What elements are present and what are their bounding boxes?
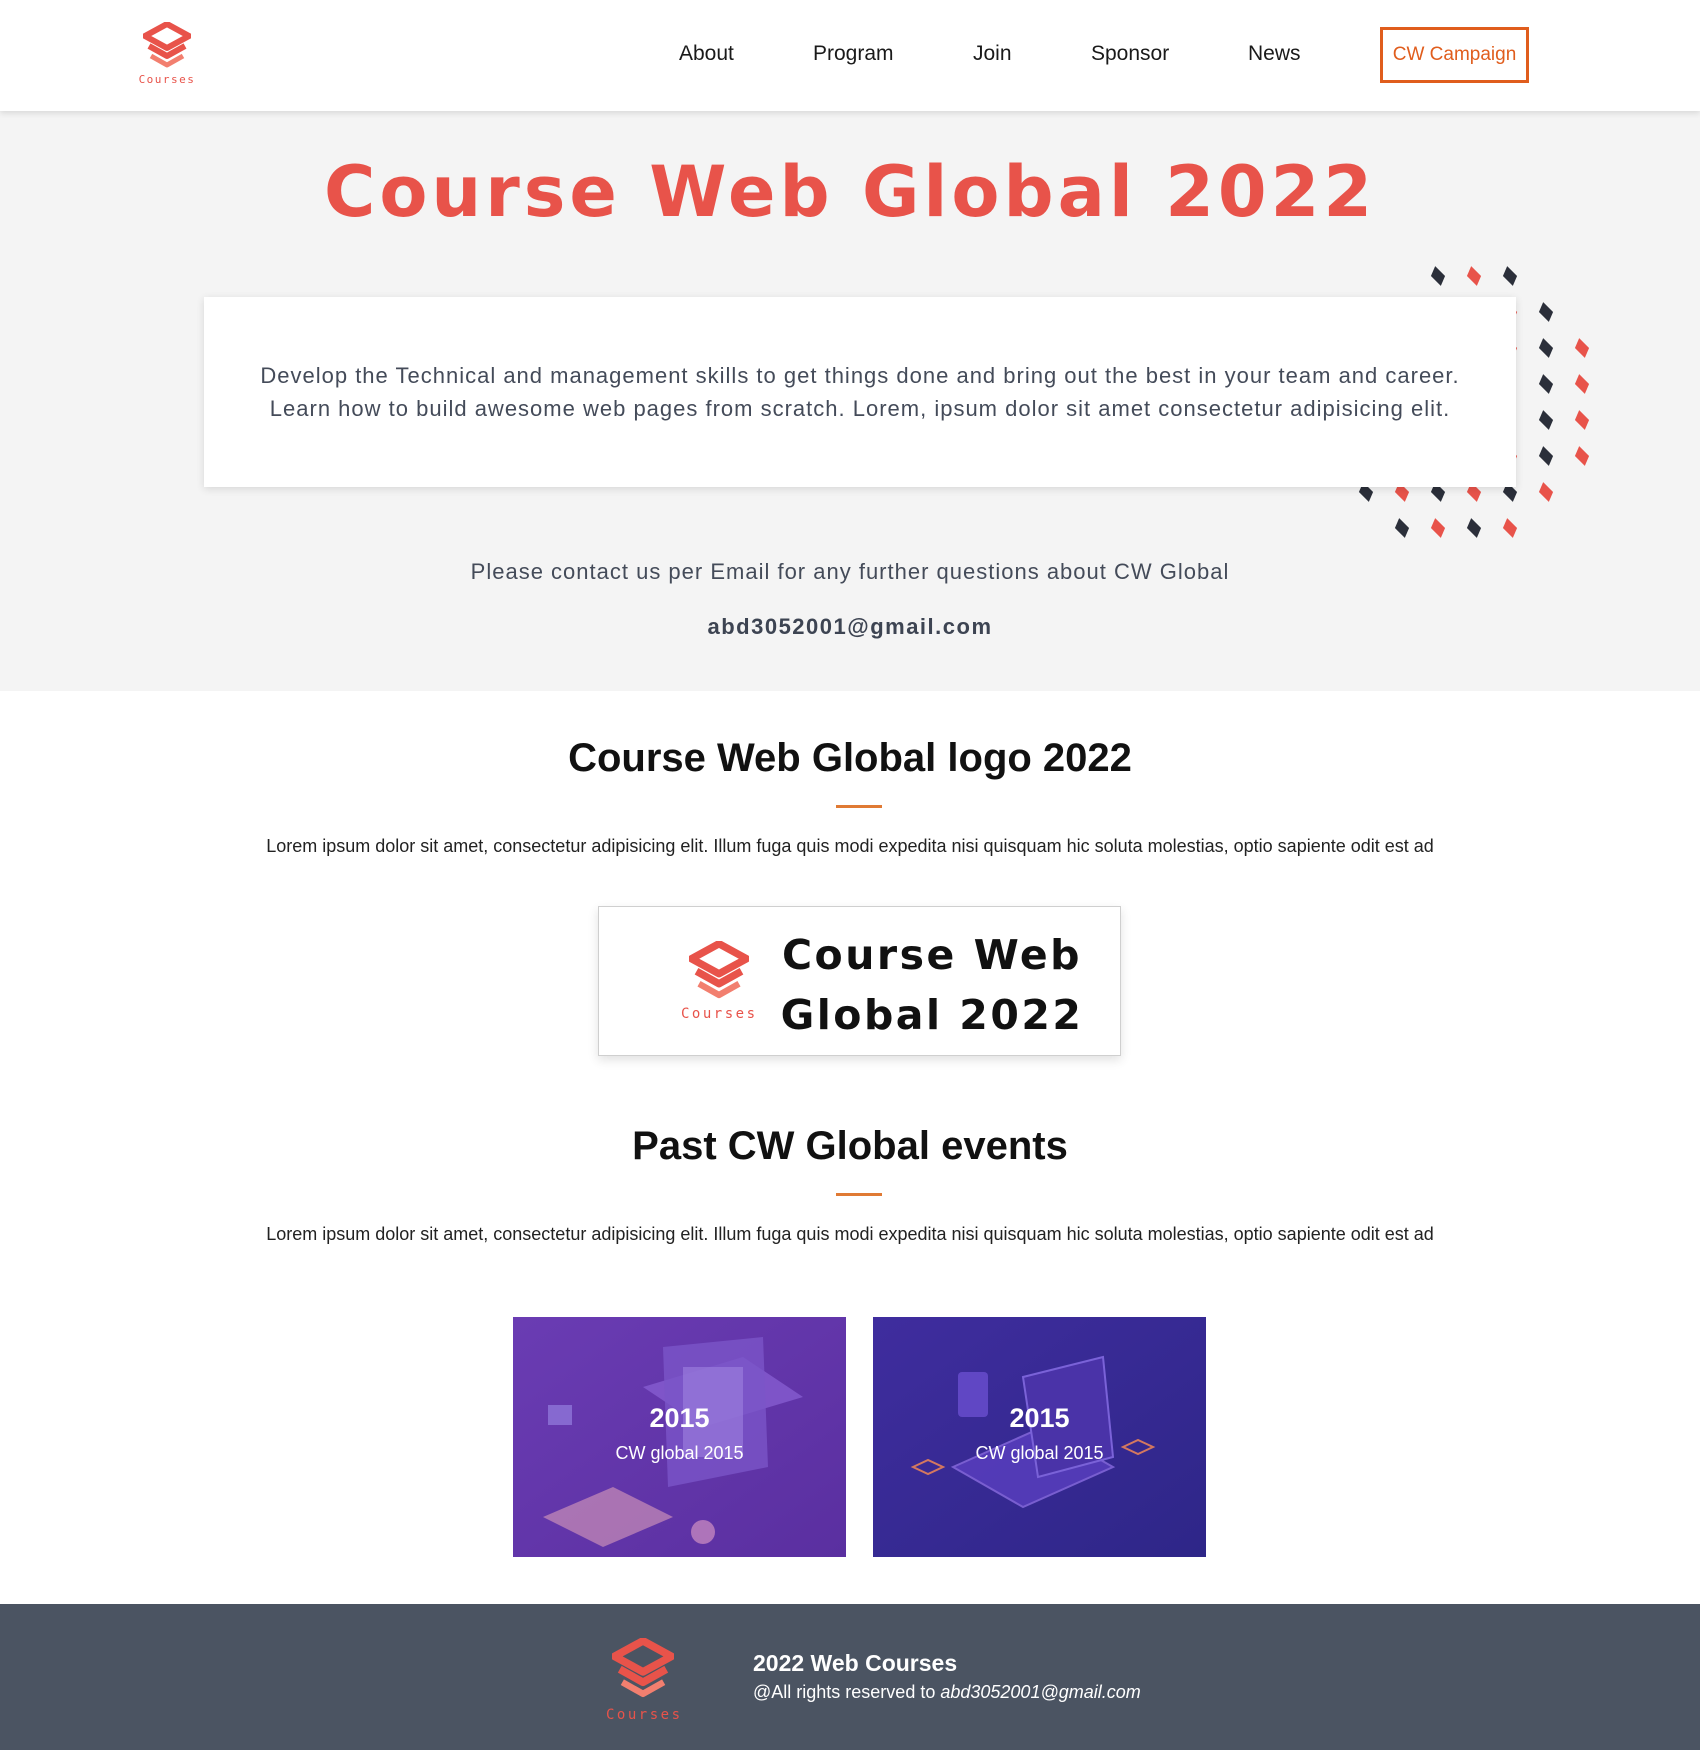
event-label: CW global 2015: [615, 1443, 744, 1463]
diamond-dot: [1394, 518, 1410, 538]
event-label: CW global 2015: [975, 1443, 1104, 1463]
logo-wordmark: Courses: [606, 1707, 683, 1723]
diamond-dot: [1538, 446, 1554, 466]
cw-campaign-button[interactable]: CW Campaign: [1380, 27, 1529, 83]
event-card[interactable]: 2015 CW global 2015: [873, 1317, 1206, 1557]
footer: Courses 2022 Web Courses @All rights res…: [0, 1604, 1700, 1750]
diamond-dot: [1502, 518, 1518, 538]
diamond-dot: [1430, 518, 1446, 538]
logo-card: Courses Course Web Global 2022: [598, 906, 1121, 1056]
nav-link-program[interactable]: Program: [813, 42, 894, 66]
nav-link-about[interactable]: About: [679, 42, 734, 66]
hero-section: Course Web Global 2022 Develop the Techn…: [0, 111, 1700, 691]
logo-wordmark: Courses: [138, 73, 196, 86]
footer-rights: @All rights reserved to abd3052001@gmail…: [753, 1682, 1141, 1703]
top-navbar: Courses About Program Join Sponsor News …: [0, 0, 1700, 111]
footer-rights-prefix: @All rights reserved to: [753, 1682, 941, 1702]
logo-section-title: Course Web Global logo 2022: [568, 736, 1132, 780]
nav-link-news[interactable]: News: [1248, 42, 1301, 66]
courses-logo[interactable]: Courses: [133, 21, 201, 90]
diamond-dot: [1574, 410, 1590, 430]
isometric-workspace-illustration: [513, 1317, 846, 1557]
intro-card: Develop the Technical and management ski…: [204, 297, 1516, 487]
diamond-dot: [1466, 266, 1482, 286]
event-year: 2015: [649, 1403, 710, 1433]
diamond-dot: [1574, 446, 1590, 466]
laptop-coffee-illustration: [873, 1317, 1206, 1557]
contact-text: Please contact us per Email for any furt…: [470, 559, 1230, 584]
diamond-dot: [1538, 482, 1554, 502]
diamond-dot: [1538, 302, 1554, 322]
event-card[interactable]: 2015 CW global 2015: [513, 1317, 846, 1557]
hero-title: Course Web Global 2022: [323, 151, 1377, 233]
footer-logo[interactable]: Courses: [606, 1637, 683, 1723]
footer-email[interactable]: abd3052001@gmail.com: [940, 1682, 1140, 1702]
stacked-cubes-icon: [687, 940, 751, 999]
diamond-dot: [1466, 518, 1482, 538]
nav-link-join[interactable]: Join: [973, 42, 1012, 66]
section-divider: [836, 1193, 882, 1196]
diamond-dot: [1502, 266, 1518, 286]
footer-title: 2022 Web Courses: [753, 1650, 958, 1676]
logo-card-title: Course Web Global 2022: [780, 931, 1084, 1039]
diamond-dot: [1538, 338, 1554, 358]
logo-card-mark: Courses: [681, 940, 758, 1022]
diamond-dot: [1430, 266, 1446, 286]
events-section-title: Past CW Global events: [632, 1124, 1068, 1168]
diamond-dot: [1538, 374, 1554, 394]
contact-email[interactable]: abd3052001@gmail.com: [0, 614, 1700, 640]
logo-wordmark: Courses: [681, 1006, 758, 1022]
stacked-cubes-icon: [610, 1637, 676, 1698]
intro-text: Develop the Technical and management ski…: [260, 363, 1460, 421]
nav-link-sponsor[interactable]: Sponsor: [1091, 42, 1169, 66]
events-section-text: Lorem ipsum dolor sit amet, consectetur …: [266, 1224, 1434, 1244]
stacked-cubes-icon: [142, 21, 192, 68]
diamond-dot: [1538, 410, 1554, 430]
logo-section-text: Lorem ipsum dolor sit amet, consectetur …: [266, 836, 1434, 856]
event-year: 2015: [1009, 1403, 1070, 1433]
diamond-dot: [1574, 338, 1590, 358]
section-divider: [836, 805, 882, 808]
diamond-dot: [1574, 374, 1590, 394]
